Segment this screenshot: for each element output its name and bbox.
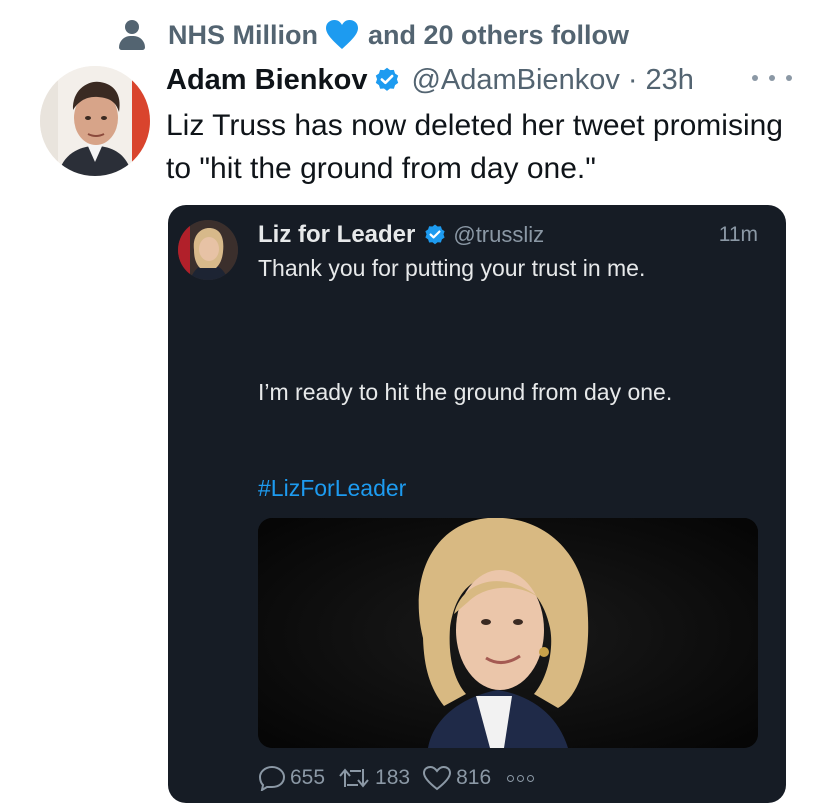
like-button[interactable]: 816 [422,765,491,791]
verified-icon [376,67,399,91]
quoted-tweet-header: Liz for Leader @trussliz [258,219,544,251]
tweet-time[interactable]: 23h [646,64,694,97]
social-context-name: NHS Million [168,19,318,50]
retweet-count: 183 [375,766,411,789]
separator: · [627,63,638,96]
blue-heart-icon [326,20,358,49]
quoted-tweet-line2: I’m ready to hit the ground from day one… [258,379,673,405]
quoted-author-handle[interactable]: @trussliz [453,222,544,248]
hashtag-link[interactable]: #LizForLeader [258,475,406,502]
retweet-icon [339,768,369,788]
social-context[interactable]: NHS Million and 20 others follow [118,16,629,54]
quoted-tweet-time[interactable]: 11m [719,223,758,247]
author-avatar[interactable] [40,66,150,176]
social-context-rest: and 20 others follow [368,19,630,50]
like-icon [423,765,452,791]
reply-button[interactable]: 655 [258,765,325,791]
reply-count: 655 [290,766,326,789]
more-icon[interactable] [507,774,535,782]
like-count: 816 [456,766,492,789]
retweet-button[interactable]: 183 [337,765,410,791]
tweet-text: Liz Truss has now deleted her tweet prom… [166,109,783,185]
verified-icon [425,224,445,245]
tweet-header: Adam Bienkov @AdamBienkov · 23h [166,60,694,100]
quoted-tweet-photo[interactable] [258,518,758,748]
quoted-tweet[interactable]: Liz for Leader @trussliz 11m Thank you f… [168,205,786,803]
quoted-author-avatar[interactable] [178,220,238,280]
quoted-tweet-actions: 655 183 816 [258,763,535,793]
more-icon[interactable] [752,66,792,90]
author-handle[interactable]: @AdamBienkov [411,64,619,97]
person-icon [118,20,146,50]
quoted-author-name[interactable]: Liz for Leader [258,221,415,249]
quoted-tweet-line1: Thank you for putting your trust in me. [258,255,646,281]
author-name[interactable]: Adam Bienkov [166,64,367,97]
reply-icon [258,765,286,791]
